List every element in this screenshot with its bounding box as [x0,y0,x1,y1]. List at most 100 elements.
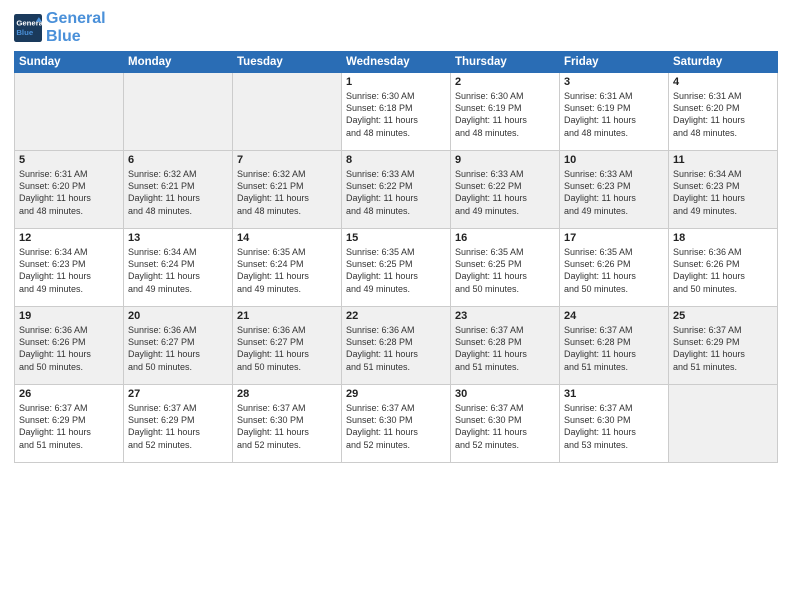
day-number: 16 [455,232,555,244]
day-info: Sunrise: 6:32 AM Sunset: 6:21 PM Dayligh… [128,168,228,217]
day-info: Sunrise: 6:37 AM Sunset: 6:30 PM Dayligh… [346,402,446,451]
day-number: 25 [673,310,773,322]
weekday-friday: Friday [560,52,669,73]
day-info: Sunrise: 6:37 AM Sunset: 6:30 PM Dayligh… [237,402,337,451]
logo-icon: General Blue [14,14,42,42]
day-info: Sunrise: 6:33 AM Sunset: 6:23 PM Dayligh… [564,168,664,217]
day-number: 5 [19,154,119,166]
day-info: Sunrise: 6:34 AM Sunset: 6:23 PM Dayligh… [19,246,119,295]
day-info: Sunrise: 6:30 AM Sunset: 6:19 PM Dayligh… [455,90,555,139]
day-info: Sunrise: 6:35 AM Sunset: 6:24 PM Dayligh… [237,246,337,295]
calendar-cell: 9 Sunrise: 6:33 AM Sunset: 6:22 PM Daylig… [451,151,560,229]
day-number: 4 [673,76,773,88]
calendar-cell: 14 Sunrise: 6:35 AM Sunset: 6:24 PM Dayli… [233,229,342,307]
svg-text:Blue: Blue [16,28,34,37]
day-number: 10 [564,154,664,166]
calendar-cell: 30 Sunrise: 6:37 AM Sunset: 6:30 PM Dayli… [451,385,560,463]
weekday-tuesday: Tuesday [233,52,342,73]
day-number: 30 [455,388,555,400]
day-number: 18 [673,232,773,244]
calendar-table: SundayMondayTuesdayWednesdayThursdayFrid… [14,51,778,463]
calendar-cell: 8 Sunrise: 6:33 AM Sunset: 6:22 PM Daylig… [342,151,451,229]
day-number: 24 [564,310,664,322]
calendar-cell: 27Sunrise: 6:37 AM Sunset: 6:29 PM Dayli… [124,385,233,463]
day-info: Sunrise: 6:33 AM Sunset: 6:22 PM Dayligh… [455,168,555,217]
logo: General Blue GeneralBlue [14,10,106,45]
day-info: Sunrise: 6:35 AM Sunset: 6:26 PM Dayligh… [564,246,664,295]
day-info: Sunrise: 6:31 AM Sunset: 6:19 PM Dayligh… [564,90,664,139]
day-info: Sunrise: 6:36 AM Sunset: 6:28 PM Dayligh… [346,324,446,373]
day-info: Sunrise: 6:33 AM Sunset: 6:22 PM Dayligh… [346,168,446,217]
weekday-header-row: SundayMondayTuesdayWednesdayThursdayFrid… [15,52,778,73]
day-number: 15 [346,232,446,244]
day-number: 20 [128,310,228,322]
calendar-week-5: 26 Sunrise: 6:37 AM Sunset: 6:29 PM Dayli… [15,385,778,463]
calendar-cell: 31Sunrise: 6:37 AM Sunset: 6:30 PM Dayli… [560,385,669,463]
calendar-week-1: 1Sunrise: 6:30 AM Sunset: 6:18 PM Daylig… [15,73,778,151]
day-info: Sunrise: 6:36 AM Sunset: 6:26 PM Dayligh… [673,246,773,295]
day-number: 29 [346,388,446,400]
day-number: 27 [128,388,228,400]
day-number: 6 [128,154,228,166]
weekday-thursday: Thursday [451,52,560,73]
calendar-cell [124,73,233,151]
day-number: 21 [237,310,337,322]
day-info: Sunrise: 6:37 AM Sunset: 6:29 PM Dayligh… [673,324,773,373]
calendar-cell: 24 Sunrise: 6:37 AM Sunset: 6:28 PM Dayli… [560,307,669,385]
calendar-cell [669,385,778,463]
day-number: 2 [455,76,555,88]
day-info: Sunrise: 6:35 AM Sunset: 6:25 PM Dayligh… [455,246,555,295]
calendar-cell: 15 Sunrise: 6:35 AM Sunset: 6:25 PM Dayli… [342,229,451,307]
calendar-cell: 26 Sunrise: 6:37 AM Sunset: 6:29 PM Dayli… [15,385,124,463]
day-info: Sunrise: 6:37 AM Sunset: 6:28 PM Dayligh… [564,324,664,373]
calendar-cell: 29 Sunrise: 6:37 AM Sunset: 6:30 PM Dayli… [342,385,451,463]
day-number: 23 [455,310,555,322]
calendar-cell: 6 Sunrise: 6:32 AM Sunset: 6:21 PM Daylig… [124,151,233,229]
calendar-cell: 20Sunrise: 6:36 AM Sunset: 6:27 PM Dayli… [124,307,233,385]
day-info: Sunrise: 6:37 AM Sunset: 6:29 PM Dayligh… [19,402,119,451]
weekday-sunday: Sunday [15,52,124,73]
calendar-cell: 18 Sunrise: 6:36 AM Sunset: 6:26 PM Dayli… [669,229,778,307]
day-info: Sunrise: 6:35 AM Sunset: 6:25 PM Dayligh… [346,246,446,295]
calendar-cell: 10 Sunrise: 6:33 AM Sunset: 6:23 PM Dayli… [560,151,669,229]
calendar-cell: 28 Sunrise: 6:37 AM Sunset: 6:30 PM Dayli… [233,385,342,463]
day-number: 8 [346,154,446,166]
day-number: 28 [237,388,337,400]
page-header: General Blue GeneralBlue [14,10,778,45]
calendar-cell: 21 Sunrise: 6:36 AM Sunset: 6:27 PM Dayli… [233,307,342,385]
day-number: 7 [237,154,337,166]
calendar-week-4: 19Sunrise: 6:36 AM Sunset: 6:26 PM Dayli… [15,307,778,385]
calendar-cell: 12Sunrise: 6:34 AM Sunset: 6:23 PM Dayli… [15,229,124,307]
calendar-cell [15,73,124,151]
day-info: Sunrise: 6:37 AM Sunset: 6:28 PM Dayligh… [455,324,555,373]
day-info: Sunrise: 6:30 AM Sunset: 6:18 PM Dayligh… [346,90,446,139]
day-number: 13 [128,232,228,244]
calendar-cell: 1Sunrise: 6:30 AM Sunset: 6:18 PM Daylig… [342,73,451,151]
day-info: Sunrise: 6:37 AM Sunset: 6:30 PM Dayligh… [564,402,664,451]
day-number: 3 [564,76,664,88]
calendar-cell: 17 Sunrise: 6:35 AM Sunset: 6:26 PM Dayli… [560,229,669,307]
day-number: 17 [564,232,664,244]
day-info: Sunrise: 6:32 AM Sunset: 6:21 PM Dayligh… [237,168,337,217]
day-info: Sunrise: 6:37 AM Sunset: 6:30 PM Dayligh… [455,402,555,451]
calendar-cell: 4Sunrise: 6:31 AM Sunset: 6:20 PM Daylig… [669,73,778,151]
day-info: Sunrise: 6:31 AM Sunset: 6:20 PM Dayligh… [19,168,119,217]
logo-text: GeneralBlue [46,10,106,45]
day-info: Sunrise: 6:34 AM Sunset: 6:24 PM Dayligh… [128,246,228,295]
day-number: 9 [455,154,555,166]
calendar-cell: 5 Sunrise: 6:31 AM Sunset: 6:20 PM Daylig… [15,151,124,229]
calendar-cell: 22 Sunrise: 6:36 AM Sunset: 6:28 PM Dayli… [342,307,451,385]
calendar-cell: 7 Sunrise: 6:32 AM Sunset: 6:21 PM Daylig… [233,151,342,229]
day-info: Sunrise: 6:34 AM Sunset: 6:23 PM Dayligh… [673,168,773,217]
day-number: 14 [237,232,337,244]
calendar-week-2: 5 Sunrise: 6:31 AM Sunset: 6:20 PM Daylig… [15,151,778,229]
day-number: 26 [19,388,119,400]
calendar-cell: 19Sunrise: 6:36 AM Sunset: 6:26 PM Dayli… [15,307,124,385]
calendar-cell: 2 Sunrise: 6:30 AM Sunset: 6:19 PM Daylig… [451,73,560,151]
calendar-cell: 13 Sunrise: 6:34 AM Sunset: 6:24 PM Dayli… [124,229,233,307]
weekday-monday: Monday [124,52,233,73]
calendar-cell: 16 Sunrise: 6:35 AM Sunset: 6:25 PM Dayli… [451,229,560,307]
day-info: Sunrise: 6:36 AM Sunset: 6:27 PM Dayligh… [237,324,337,373]
calendar-cell: 11Sunrise: 6:34 AM Sunset: 6:23 PM Dayli… [669,151,778,229]
day-number: 22 [346,310,446,322]
